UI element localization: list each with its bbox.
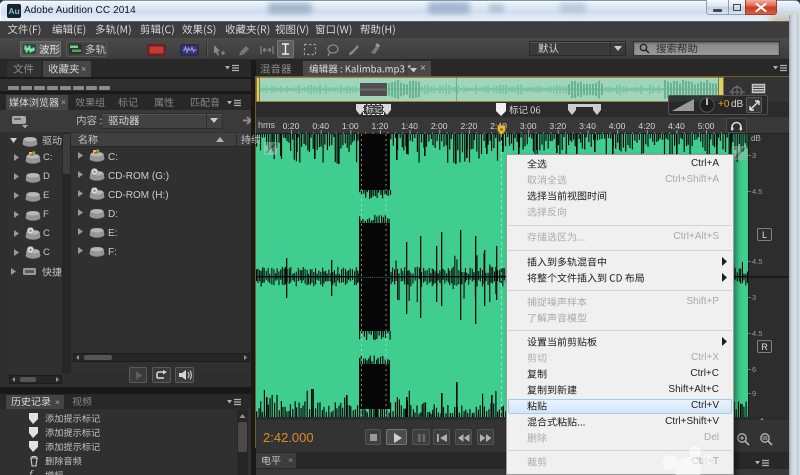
svg-text:1:00: 1:00 (342, 121, 359, 131)
svg-text:3: 3 (752, 293, 756, 302)
svg-text:3:00: 3:00 (520, 121, 537, 131)
svg-text:0:20: 0:20 (283, 121, 300, 131)
svg-text:4.5: 4.5 (752, 187, 762, 196)
svg-text:4.5: 4.5 (752, 329, 762, 338)
svg-text:2:20: 2:20 (461, 121, 478, 131)
svg-text:9: 9 (752, 389, 756, 398)
svg-text:4:00: 4:00 (609, 121, 626, 131)
svg-text:1:20: 1:20 (372, 121, 389, 131)
svg-text:3:40: 3:40 (579, 121, 596, 131)
svg-text:0:40: 0:40 (312, 121, 329, 131)
svg-text:4:40: 4:40 (668, 121, 685, 131)
svg-text:3: 3 (752, 151, 756, 160)
svg-text:5:00: 5:00 (698, 121, 715, 131)
svg-text:6: 6 (752, 365, 756, 374)
svg-text:dB: dB (751, 134, 761, 143)
svg-text:3:20: 3:20 (549, 121, 566, 131)
svg-text:4.5: 4.5 (752, 257, 762, 266)
svg-text:4:20: 4:20 (638, 121, 655, 131)
svg-text:2:00: 2:00 (431, 121, 448, 131)
svg-text:1:40: 1:40 (401, 121, 418, 131)
